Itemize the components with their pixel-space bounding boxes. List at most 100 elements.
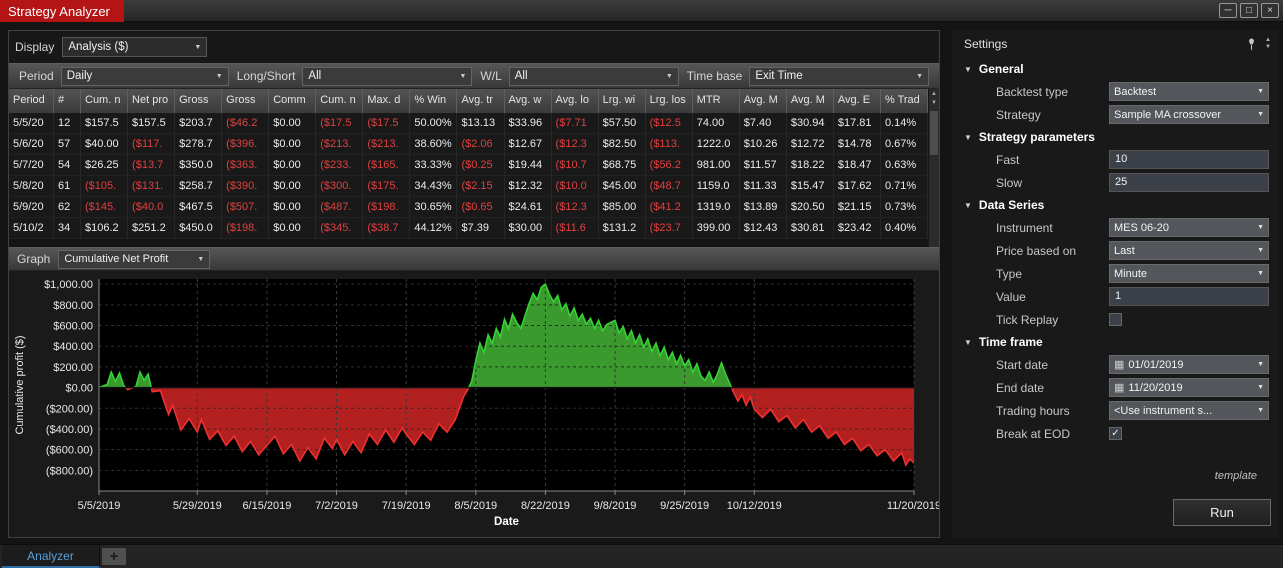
svg-text:7/2/2019: 7/2/2019 [315, 500, 358, 512]
panel-scroll-arrows[interactable]: ▲ ▼ [1265, 37, 1271, 51]
collapse-icon[interactable]: ▼ [964, 65, 972, 74]
table-cell: $131.2 [598, 218, 646, 239]
add-tab-button[interactable]: + [102, 548, 126, 565]
settings-section-header[interactable]: ▼ Strategy parameters [952, 126, 1273, 148]
table-row[interactable]: 5/10/2 34 $106.2 $251.2 $450.0 ($198. $0.00 ($3… [9, 218, 928, 239]
period-filter-label: Period [19, 69, 54, 83]
display-select[interactable]: Analysis ($) ▼ [62, 37, 208, 57]
titlebar[interactable]: Strategy Analyzer ─ □ × [0, 0, 1283, 22]
table-cell: 0.71% [880, 176, 928, 197]
table-cell: ($41.2 [645, 197, 693, 218]
settings-title: Settings [964, 37, 1008, 51]
chevron-down-icon: ▼ [194, 43, 202, 51]
select-value: Daily [66, 70, 93, 82]
column-header[interactable]: Lrg. wi [599, 89, 646, 113]
table-cell: 30.65% [410, 197, 458, 218]
scrollbar-thumb[interactable] [930, 111, 938, 155]
table-cell: ($117. [128, 134, 176, 155]
collapse-icon[interactable]: ▼ [964, 338, 972, 347]
backtest-type-select[interactable]: Backtest ▼ [1109, 82, 1269, 101]
table-cell: ($2.15 [457, 176, 505, 197]
settings-section-label: Data Series [978, 198, 1045, 212]
column-header[interactable]: Max. d [363, 89, 411, 113]
start-date-select[interactable]: ▦ 01/01/2019 ▼ [1109, 355, 1269, 374]
table-cell: 5/8/20 [9, 176, 54, 197]
column-header[interactable]: % Win [410, 89, 458, 113]
column-header[interactable]: Period [9, 89, 54, 113]
win-loss-filter-select[interactable]: All ▼ [508, 66, 679, 86]
price-based-on-select[interactable]: Last ▼ [1109, 241, 1269, 260]
chevron-down-icon: ▼ [665, 72, 673, 80]
svg-text:7/19/2019: 7/19/2019 [382, 500, 431, 512]
settings-row: Strategy Sample MA crossover ▼ [952, 103, 1273, 126]
column-header[interactable]: Avg. E [834, 89, 881, 113]
minimize-button[interactable]: ─ [1219, 3, 1237, 18]
table-scrollbar[interactable]: ▲ ▼ [928, 89, 939, 247]
end-date-select[interactable]: ▦ 11/20/2019 ▼ [1109, 378, 1269, 397]
fast-input[interactable]: 10 [1109, 150, 1269, 169]
close-button[interactable]: × [1261, 3, 1279, 18]
long-short-filter-label: Long/Short [236, 69, 296, 83]
window-controls: ─ □ × [1219, 3, 1279, 18]
column-header[interactable]: Avg. w [505, 89, 552, 113]
table-cell: ($48.7 [645, 176, 693, 197]
pin-icon[interactable] [1246, 38, 1257, 51]
trading-hours-select[interactable]: <Use instrument s... ▼ [1109, 401, 1269, 420]
scroll-down-icon[interactable]: ▼ [929, 100, 939, 106]
results-table: Period # Cum. n Net pro Gross Gross Comm Cum. n… [9, 89, 939, 247]
column-header[interactable]: Net pro [128, 89, 176, 113]
break-at-eod-checkbox[interactable]: ✓ [1109, 427, 1122, 440]
column-header[interactable]: # [54, 89, 81, 113]
column-header[interactable]: % Trad [881, 89, 928, 113]
settings-row: Instrument MES 06-20 ▼ [952, 216, 1273, 239]
column-header[interactable]: Lrg. los [646, 89, 693, 113]
table-cell: ($113. [645, 134, 693, 155]
svg-text:9/25/2019: 9/25/2019 [660, 500, 709, 512]
table-cell: ($12.5 [645, 113, 693, 134]
column-header[interactable]: Comm [269, 89, 317, 113]
table-row[interactable]: 5/9/20 62 ($145. ($40.0 $467.5 ($507. $0.00 ($4… [9, 197, 928, 218]
column-header[interactable]: Gross [222, 89, 270, 113]
column-header[interactable]: Avg. tr [457, 89, 505, 113]
tab-analyzer[interactable]: Analyzer [2, 545, 100, 568]
table-cell: 62 [54, 197, 81, 218]
column-header[interactable]: Avg. lo [552, 89, 599, 113]
graph-select[interactable]: Cumulative Net Profit ▼ [58, 249, 211, 269]
settings-section-header[interactable]: ▼ Time frame [952, 331, 1273, 353]
column-header[interactable]: Cum. n [81, 89, 129, 113]
type-select[interactable]: Minute ▼ [1109, 264, 1269, 283]
table-cell: 1222.0 [692, 134, 740, 155]
settings-row: Trading hours <Use instrument s... ▼ [952, 399, 1273, 422]
tick-replay-checkbox[interactable] [1109, 313, 1122, 326]
settings-section-header[interactable]: ▼ Data Series [952, 194, 1273, 216]
table-cell: $258.7 [175, 176, 223, 197]
time-base-filter-select[interactable]: Exit Time ▼ [749, 66, 929, 86]
table-row[interactable]: 5/5/20 12 $157.5 $157.5 $203.7 ($46.2 $0.00 ($1… [9, 113, 928, 134]
long-short-filter-select[interactable]: All ▼ [302, 66, 473, 86]
maximize-button[interactable]: □ [1240, 3, 1258, 18]
table-row[interactable]: 5/6/20 57 $40.00 ($117. $278.7 ($396. $0.00 ($2… [9, 134, 928, 155]
table-cell: ($345. [316, 218, 364, 239]
table-cell: $18.47 [833, 155, 881, 176]
template-link[interactable]: template [1215, 470, 1257, 482]
table-row[interactable]: 5/7/20 54 $26.25 ($13.7 $350.0 ($363. $0.00 ($2… [9, 155, 928, 176]
collapse-icon[interactable]: ▼ [964, 201, 972, 210]
settings-row-label: Instrument [996, 220, 1053, 235]
column-header[interactable]: MTR [693, 89, 740, 113]
slow-input[interactable]: 25 [1109, 173, 1269, 192]
column-header[interactable]: Avg. M [740, 89, 787, 113]
settings-section-header[interactable]: ▼ General [952, 58, 1273, 80]
period-filter-select[interactable]: Daily ▼ [60, 66, 229, 86]
table-row[interactable]: 5/8/20 61 ($105. ($131. $258.7 ($390. $0.00 ($3… [9, 176, 928, 197]
value-input[interactable]: 1 [1109, 287, 1269, 306]
settings-row-label: Strategy [996, 107, 1041, 122]
table-cell: $0.00 [269, 218, 317, 239]
collapse-icon[interactable]: ▼ [964, 133, 972, 142]
instrument-select[interactable]: MES 06-20 ▼ [1109, 218, 1269, 237]
run-button[interactable]: Run [1173, 499, 1271, 526]
column-header[interactable]: Gross [175, 89, 223, 113]
column-header[interactable]: Avg. M [787, 89, 834, 113]
column-header[interactable]: Cum. n [316, 89, 364, 113]
strategy-select[interactable]: Sample MA crossover ▼ [1109, 105, 1269, 124]
scroll-up-icon[interactable]: ▲ [929, 91, 939, 97]
